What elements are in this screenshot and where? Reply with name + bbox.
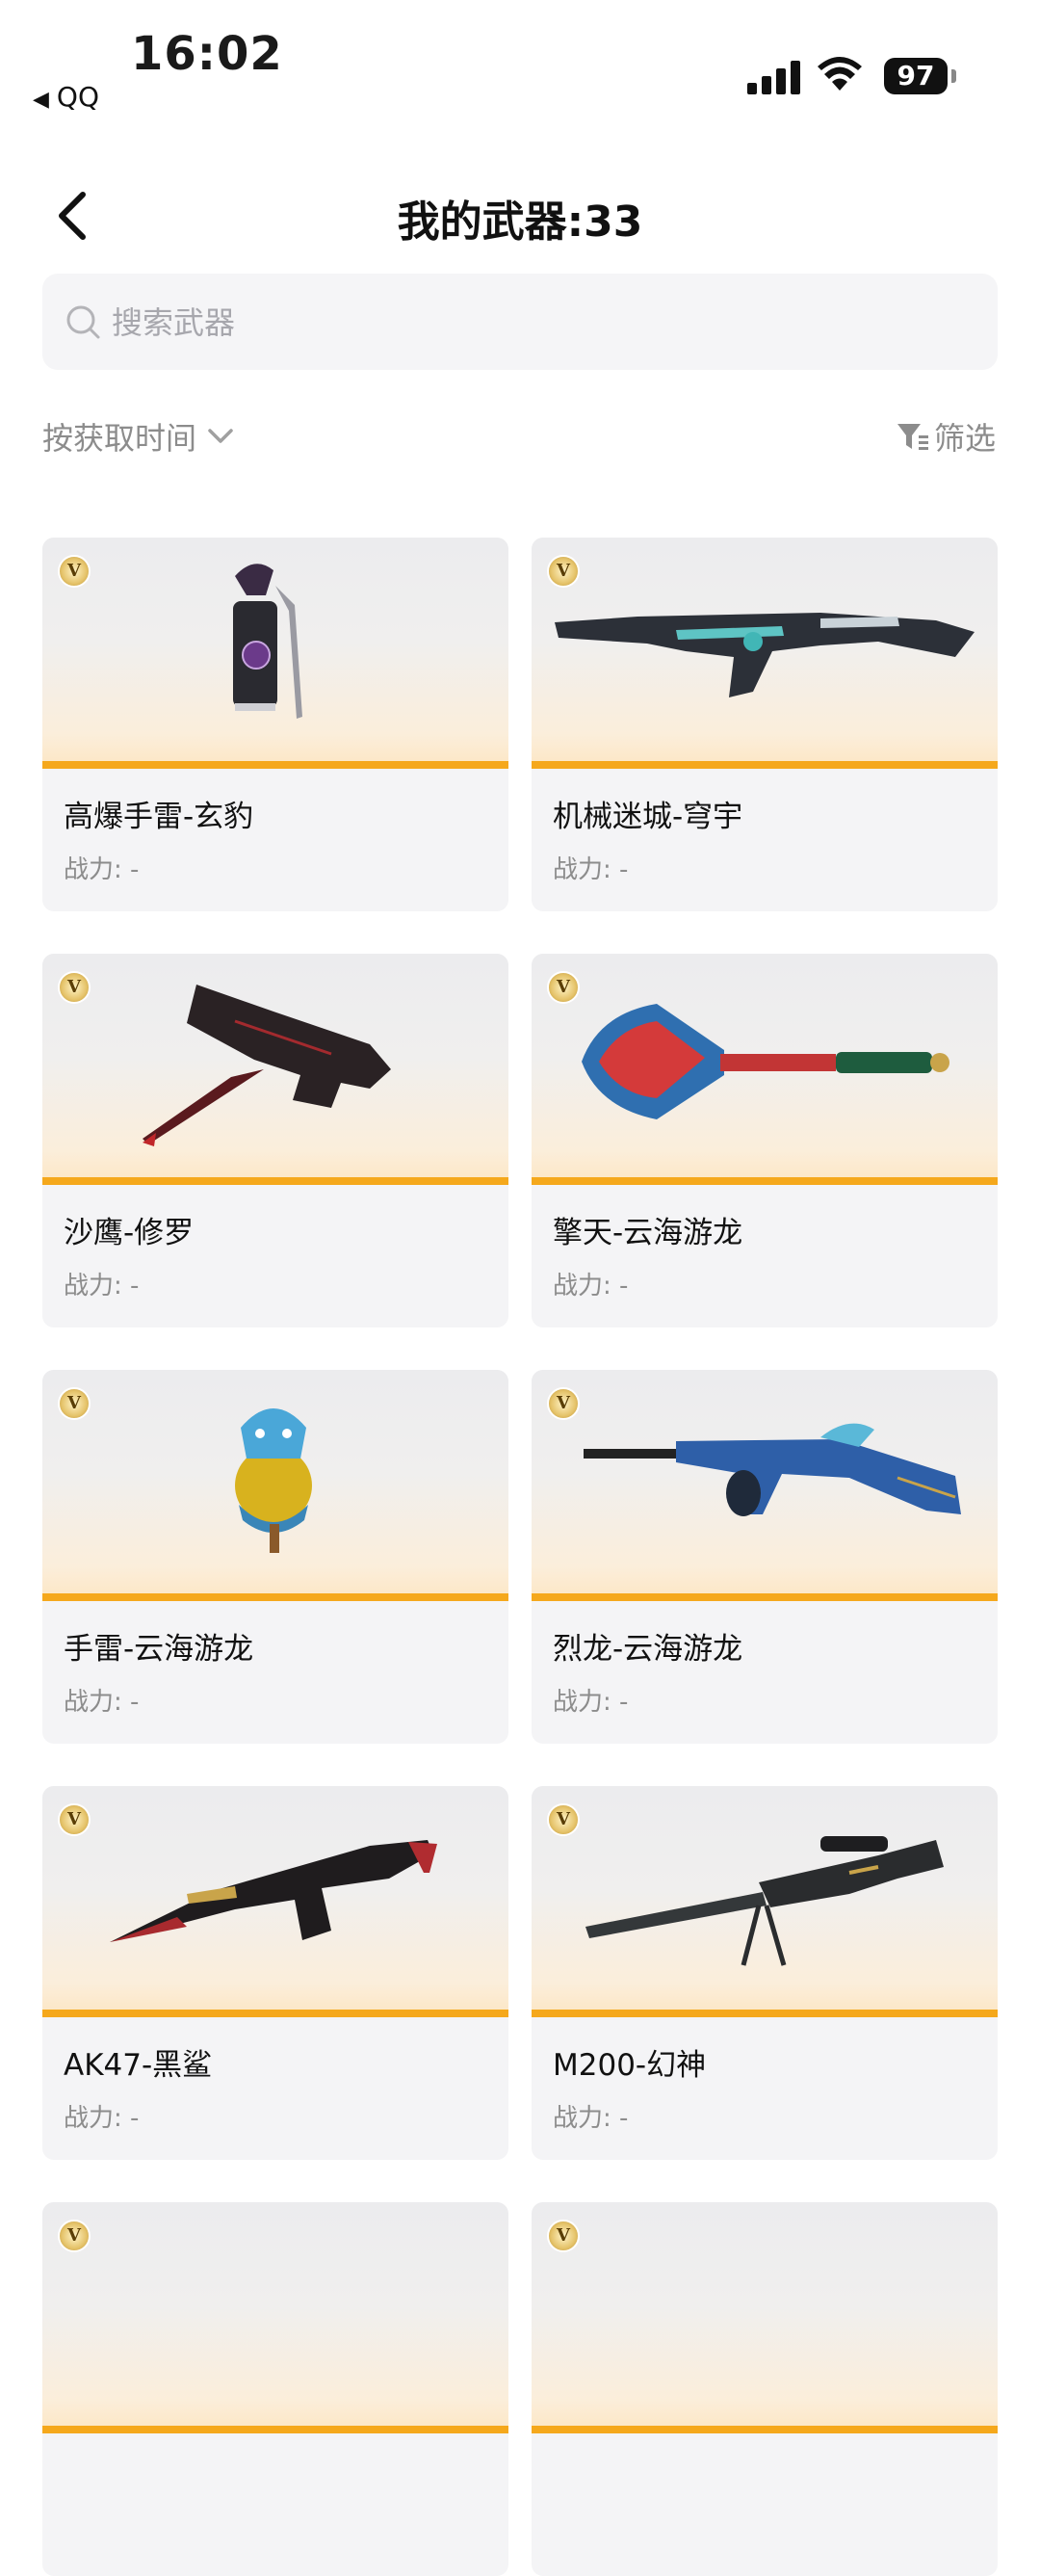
filter-button[interactable]: 筛选: [896, 414, 996, 459]
weapon-name: 烈龙-云海游龙: [553, 1632, 743, 1667]
weapon-power: 战力: -: [64, 1688, 140, 1717]
chevron-down-icon: [208, 429, 233, 443]
sniper-icon: [585, 1836, 944, 1966]
weapon-card[interactable]: V 烈龙-云海游龙 战力: -: [532, 1370, 998, 1744]
weapon-name: AK47-黑鲨: [64, 2048, 213, 2083]
weapon-image-area: [42, 2202, 508, 2433]
rifle-icon: [555, 613, 975, 697]
weapon-power: 战力: -: [64, 855, 140, 884]
weapon-card[interactable]: V M200-幻神 战力: -: [532, 1786, 998, 2160]
vip-badge-icon: V: [58, 1803, 91, 1836]
vip-badge-icon: V: [58, 1387, 91, 1420]
weapon-card[interactable]: V 沙鹰-修罗 战力: -: [42, 954, 508, 1327]
search-bar[interactable]: [42, 274, 998, 370]
weapon-name: M200-幻神: [553, 2048, 707, 2083]
search-icon: [66, 305, 100, 339]
battery-icon: 97: [884, 58, 948, 94]
back-to-app-link[interactable]: ◀ QQ: [33, 81, 99, 113]
search-input[interactable]: [110, 293, 961, 353]
battery-cap: [951, 69, 956, 83]
back-app-label: QQ: [56, 81, 99, 113]
vip-badge-icon: V: [58, 971, 91, 1004]
weapon-power: 战力: -: [553, 1272, 629, 1301]
weapon-name: 沙鹰-修罗: [64, 1216, 195, 1250]
weapon-name: 机械迷城-穹宇: [553, 800, 743, 834]
weapon-power: 战力: -: [553, 1688, 629, 1717]
weapon-power: 战力: -: [64, 1272, 140, 1301]
sort-label: 按获取时间: [42, 420, 197, 457]
weapon-name: 擎天-云海游龙: [553, 1216, 743, 1250]
weapon-card[interactable]: V 高爆手雷-玄豹 战力: -: [42, 538, 508, 911]
weapon-power: 战力: -: [553, 855, 629, 884]
filter-label: 筛选: [933, 420, 996, 457]
battery-level: 97: [897, 60, 935, 92]
ak47-icon: [110, 1840, 437, 1942]
wifi-icon: [818, 57, 862, 91]
back-triangle-icon: ◀: [33, 88, 49, 112]
weapon-card[interactable]: V: [42, 2202, 508, 2576]
melee-icon: [582, 1004, 949, 1119]
weapon-power: 战力: -: [64, 2104, 140, 2133]
vip-badge-icon: V: [547, 971, 580, 1004]
filter-icon: [897, 424, 928, 450]
vip-badge-icon: V: [547, 1387, 580, 1420]
weapon-power: 战力: -: [553, 2104, 629, 2133]
smg-icon: [584, 1423, 961, 1516]
weapon-card[interactable]: V 手雷-云海游龙 战力: -: [42, 1370, 508, 1744]
status-time: 16:02: [131, 27, 283, 81]
vip-badge-icon: V: [58, 555, 91, 588]
page-title: 我的武器:33: [397, 197, 643, 247]
weapon-name: 手雷-云海游龙: [64, 1632, 254, 1667]
weapon-card[interactable]: V 擎天-云海游龙 战力: -: [532, 954, 998, 1327]
vip-badge-icon: V: [547, 2220, 580, 2252]
sort-dropdown[interactable]: 按获取时间: [42, 414, 235, 459]
vip-badge-icon: V: [58, 2220, 91, 2252]
weapon-card[interactable]: V 机械迷城-穹宇 战力: -: [532, 538, 998, 911]
status-bar: 16:02 ◀ QQ 97: [0, 0, 1040, 125]
weapon-card[interactable]: V: [532, 2202, 998, 2576]
grenade-icon: [233, 564, 302, 719]
vip-badge-icon: V: [547, 555, 580, 588]
weapon-card[interactable]: V AK47-黑鲨 战力: -: [42, 1786, 508, 2160]
dragon-grenade-icon: [235, 1408, 312, 1553]
pistol-icon: [143, 985, 391, 1146]
signal-icon: [747, 60, 801, 94]
vip-badge-icon: V: [547, 1803, 580, 1836]
weapon-image-area: [532, 2202, 998, 2433]
weapon-name: 高爆手雷-玄豹: [64, 800, 254, 834]
